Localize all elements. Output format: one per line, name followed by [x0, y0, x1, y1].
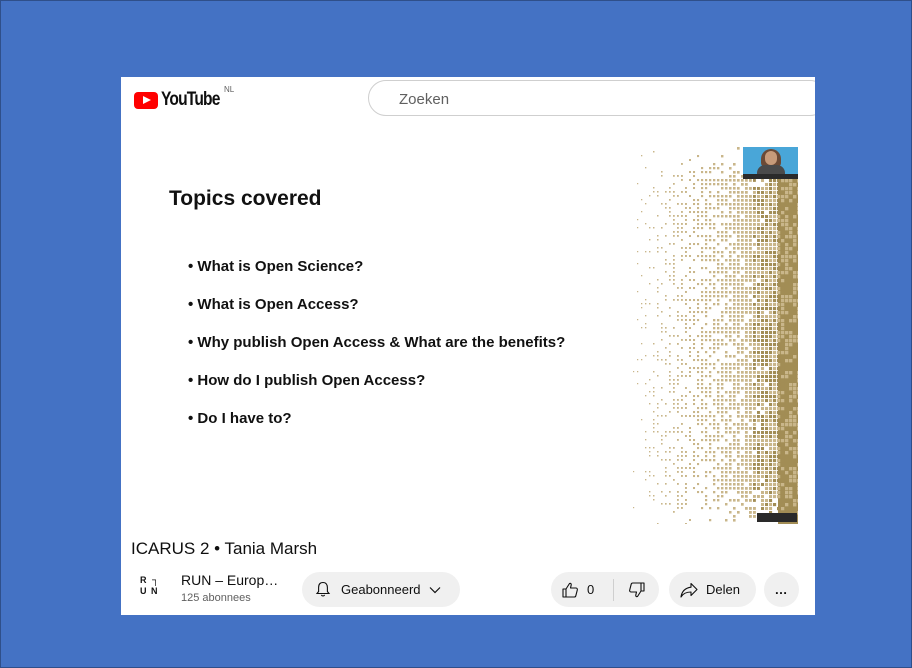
chevron-down-icon [429, 586, 440, 593]
youtube-window: YouTube NL Topics covered What is Open S… [121, 77, 815, 615]
share-arrow-icon [680, 582, 698, 598]
channel-name[interactable]: RUN – Europ… [181, 572, 278, 588]
slide-bullet: What is Open Access? [188, 295, 565, 333]
slide-bullet: How do I publish Open Access? [188, 371, 565, 409]
like-button[interactable]: 0 [551, 572, 613, 607]
slide-bullet-list: What is Open Science? What is Open Acces… [188, 257, 565, 447]
youtube-logo[interactable]: YouTube [134, 89, 232, 111]
video-title[interactable]: ICARUS 2 • Tania Marsh [131, 539, 317, 559]
slide-title: Topics covered [169, 187, 322, 210]
like-dislike-group: 0 [551, 572, 659, 607]
video-player[interactable]: Topics covered What is Open Science? Wha… [121, 121, 815, 525]
slide-bullet: Why publish Open Access & What are the b… [188, 333, 565, 371]
country-code: NL [224, 85, 235, 94]
slide-dot-pattern [633, 147, 798, 524]
subscriber-count: 125 abonnees [181, 592, 251, 604]
channel-logo-mark: ┐ [152, 575, 160, 586]
channel-avatar[interactable]: R ┐ U N [138, 575, 162, 599]
share-label: Delen [706, 582, 740, 597]
like-count: 0 [587, 582, 595, 597]
subscribed-label: Geabonneerd [341, 582, 421, 597]
more-icon: … [774, 582, 789, 597]
search-input[interactable] [397, 81, 801, 117]
youtube-wordmark: YouTube [161, 89, 220, 110]
youtube-header: YouTube NL [121, 77, 815, 121]
slide-timestamp-strip [757, 513, 797, 522]
channel-logo-letter: N [151, 586, 158, 596]
thumbs-up-icon [562, 582, 578, 598]
more-actions-button[interactable]: … [764, 572, 799, 607]
dislike-button[interactable] [614, 572, 659, 607]
share-button[interactable]: Delen [669, 572, 756, 607]
youtube-play-icon [134, 91, 158, 109]
slide-bullet: Do I have to? [188, 409, 565, 447]
presenter-face [765, 151, 777, 165]
presenter-webcam [743, 147, 798, 179]
thumbs-down-icon [628, 581, 645, 597]
channel-logo-letter: R [140, 575, 147, 585]
webcam-name-strip [743, 174, 798, 179]
bell-icon [315, 581, 331, 597]
slide-bullet: What is Open Science? [188, 257, 565, 295]
channel-logo-letter: U [140, 586, 147, 596]
search-box[interactable] [368, 80, 815, 117]
subscribed-button[interactable]: Geabonneerd [302, 572, 460, 607]
